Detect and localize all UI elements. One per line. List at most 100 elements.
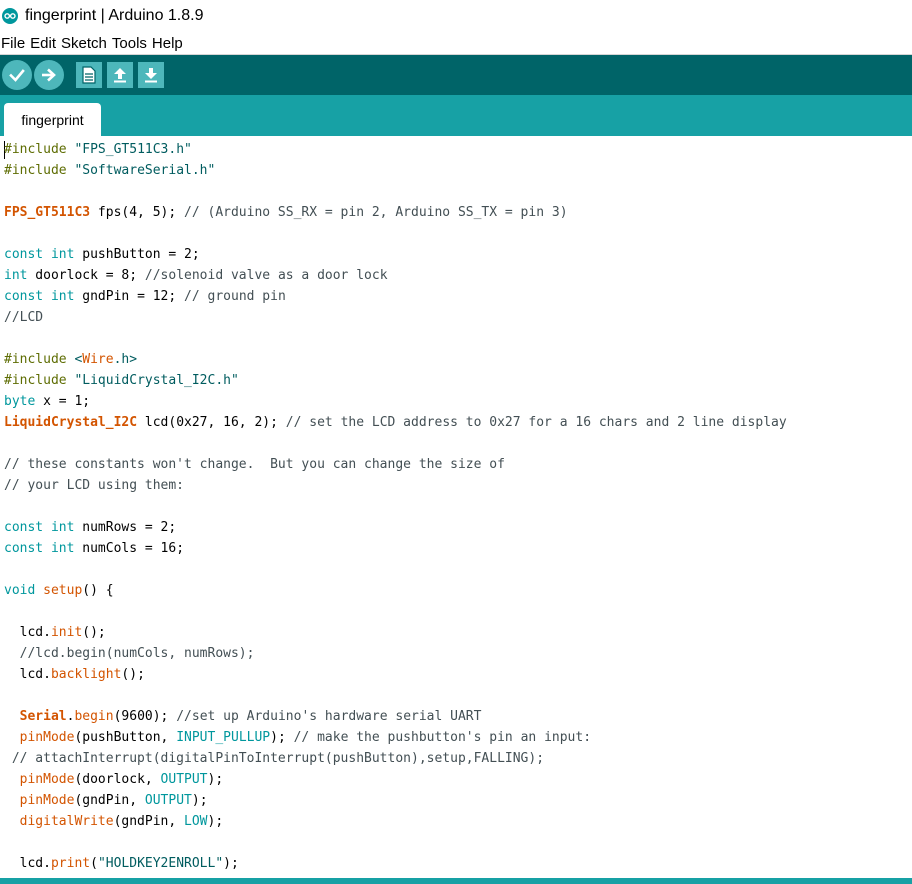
code-line: //lcd.begin(numCols, numRows); [4, 643, 787, 664]
code-line: byte x = 1; [4, 391, 787, 412]
window-title: fingerprint | Arduino 1.8.9 [25, 7, 204, 24]
code-token: backlight [50, 667, 122, 682]
code-line: #include "SoftwareSerial.h" [4, 160, 787, 181]
code-token: digitalWrite [19, 814, 114, 829]
code-line: pinMode(doorlock, OUTPUT); [4, 769, 787, 790]
code-line: pinMode(gndPin, OUTPUT); [4, 790, 787, 811]
menu-sketch[interactable]: Sketch [61, 35, 107, 52]
code-token: setup [43, 583, 83, 598]
code-token: //set up Arduino's hardware serial UART [176, 709, 482, 724]
code-token: pinMode [19, 772, 75, 787]
code-line: #include "FPS_GT511C3.h" [4, 139, 787, 160]
code-token: #include [4, 142, 67, 157]
code-token: // attachInterrupt(digitalPinToInterrupt… [4, 751, 545, 766]
bottom-bar [0, 878, 912, 884]
code-token: // ground pin [184, 289, 286, 304]
code-token: ); [207, 772, 224, 787]
code-text: #include "FPS_GT511C3.h" #include "Softwa… [4, 139, 787, 874]
code-token: const [4, 520, 44, 535]
code-token: Wire [82, 352, 114, 367]
code-token: FPS_GT511C3 [4, 205, 91, 220]
code-line: FPS_GT511C3 fps(4, 5); // (Arduino SS_RX… [4, 202, 787, 223]
code-line: const int pushButton = 2; [4, 244, 787, 265]
code-token: ); [207, 814, 224, 829]
code-token: lcd. [4, 856, 51, 871]
code-token: lcd(0x27, 16, 2); [137, 415, 286, 430]
code-token: (gndPin, [113, 814, 185, 829]
code-token: LiquidCrystal_I2C [4, 415, 138, 430]
menu-edit[interactable]: Edit [30, 35, 56, 52]
code-line: LiquidCrystal_I2C lcd(0x27, 16, 2); // s… [4, 412, 787, 433]
code-token: "SoftwareSerial.h" [74, 163, 216, 178]
upload-button[interactable] [34, 60, 64, 90]
toolbar [0, 55, 912, 95]
code-line: // your LCD using them: [4, 475, 787, 496]
code-token: lcd. [4, 625, 51, 640]
code-token: x = 1; [35, 394, 91, 409]
code-token: // (Arduino SS_RX = pin 2, Arduino SS_TX… [184, 205, 568, 220]
code-line: int doorlock = 8; //solenoid valve as a … [4, 265, 787, 286]
code-line: lcd.backlight(); [4, 664, 787, 685]
code-token: int [4, 268, 28, 283]
menu-tools[interactable]: Tools [112, 35, 147, 52]
open-icon [114, 68, 126, 83]
code-line: // attachInterrupt(digitalPinToInterrupt… [4, 748, 787, 769]
code-token: Serial [19, 709, 67, 724]
code-token: // your LCD using them: [4, 478, 185, 493]
code-line: Serial.begin(9600); //set up Arduino's h… [4, 706, 787, 727]
code-token: // these constants won't change. But you… [4, 457, 505, 472]
code-token: // make the pushbutton's pin an input: [293, 730, 592, 745]
code-token: (doorlock, [74, 772, 161, 787]
code-token: ); [191, 793, 208, 808]
code-token: OUTPUT [160, 772, 208, 787]
code-token: //lcd.begin(numCols, numRows); [4, 646, 255, 661]
code-token: LOW [184, 814, 208, 829]
code-token: int [50, 541, 75, 556]
menu-file[interactable]: File [1, 35, 25, 52]
code-token: ( [90, 856, 98, 871]
menu-help[interactable]: Help [152, 35, 183, 52]
new-button[interactable] [76, 62, 102, 88]
code-token: init [50, 625, 83, 640]
upload-icon [42, 68, 56, 82]
code-token: //solenoid valve as a door lock [144, 268, 388, 283]
save-icon [145, 68, 157, 83]
code-token: pinMode [19, 730, 75, 745]
code-line: lcd.init(); [4, 622, 787, 643]
code-token: gndPin = 12; [74, 289, 185, 304]
verify-icon [9, 69, 25, 82]
code-token: void [4, 583, 36, 598]
verify-button[interactable] [2, 60, 32, 90]
title-bar: fingerprint | Arduino 1.8.9 [0, 0, 912, 32]
code-token: (pushButton, [74, 730, 177, 745]
code-token: #include [4, 352, 67, 367]
open-button[interactable] [107, 62, 133, 88]
code-line: //LCD [4, 307, 787, 328]
tab-fingerprint[interactable]: fingerprint [4, 103, 101, 136]
code-line: const int gndPin = 12; // ground pin [4, 286, 787, 307]
code-token: ); [270, 730, 294, 745]
code-token: int [50, 289, 75, 304]
code-token: #include [4, 163, 67, 178]
save-button[interactable] [138, 62, 164, 88]
code-token: doorlock = 8; [27, 268, 145, 283]
code-editor[interactable]: #include "FPS_GT511C3.h" #include "Softwa… [0, 136, 912, 878]
code-token: int [50, 520, 75, 535]
code-line: const int numRows = 2; [4, 517, 787, 538]
code-token: ); [223, 856, 239, 871]
code-token: const [4, 247, 44, 262]
